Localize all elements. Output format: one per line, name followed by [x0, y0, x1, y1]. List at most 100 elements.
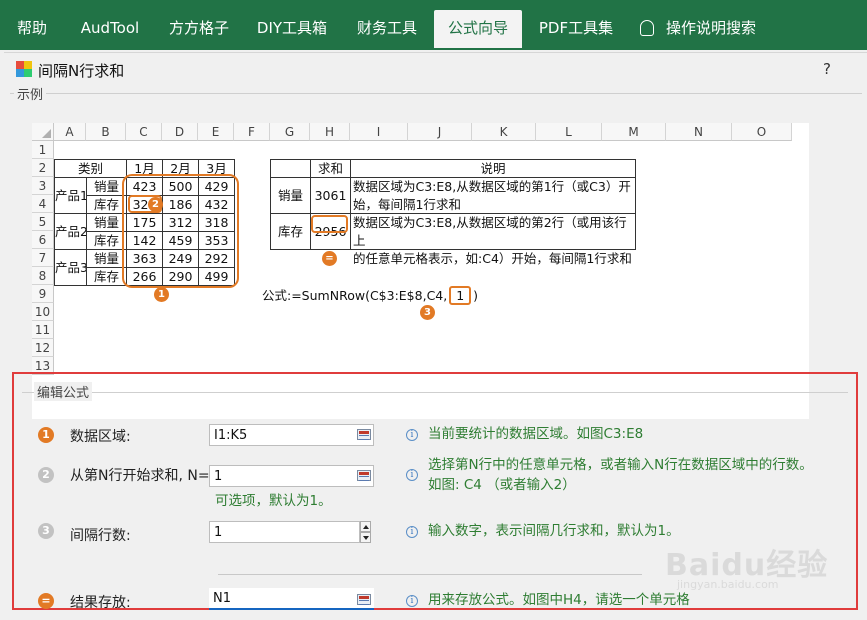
annotation-badge-result: =: [322, 251, 337, 266]
row-header[interactable]: 8: [32, 267, 54, 285]
start-row-hint-line2: 如图: C4 （或者输入2）: [428, 477, 576, 493]
table2-row-label: 销量: [270, 177, 311, 214]
tab-formula-wizard[interactable]: 公式向导: [434, 10, 522, 48]
column-header[interactable]: E: [198, 123, 234, 141]
row-header[interactable]: 1: [32, 141, 54, 159]
column-header[interactable]: D: [162, 123, 198, 141]
info-icon: i: [406, 595, 418, 607]
column-header[interactable]: L: [536, 123, 602, 141]
tab-fangfang[interactable]: 方方格子: [160, 10, 238, 48]
separator: [218, 574, 642, 575]
row-header[interactable]: 4: [32, 195, 54, 213]
start-row-hint-line1: 选择第N行中的任意单元格，或者输入N行在数据区域中的行数。: [428, 457, 813, 473]
description-line: 的任意单元格表示，如:C4）开始，每间隔1行求和: [353, 251, 632, 266]
formula-text: 公式:=SumNRow(C$3:E$8,C4, 1): [262, 285, 478, 305]
data-range-label: 数据区域:: [70, 429, 131, 445]
interval-label: 间隔行数:: [70, 528, 131, 544]
data-range-highlight: [122, 174, 239, 288]
column-header[interactable]: B: [86, 123, 126, 141]
result-input[interactable]: [209, 588, 374, 610]
row-header[interactable]: 6: [32, 231, 54, 249]
spin-down-icon[interactable]: [360, 532, 371, 543]
info-icon: i: [406, 469, 418, 481]
tab-tell-me[interactable]: 操作说明搜索: [640, 10, 780, 48]
column-header[interactable]: F: [234, 123, 270, 141]
row-header[interactable]: 7: [32, 249, 54, 267]
table2-blank-header: [270, 159, 311, 178]
lightbulb-icon: [640, 20, 654, 36]
step-result-icon: =: [38, 593, 54, 609]
dialog-title: 间隔N行求和: [38, 62, 125, 80]
column-header[interactable]: A: [54, 123, 86, 141]
step-2-icon: 2: [38, 467, 54, 483]
type-label: 库存: [86, 267, 127, 286]
column-header[interactable]: K: [472, 123, 536, 141]
product-label: 产品2: [54, 213, 88, 250]
spin-up-icon[interactable]: [360, 521, 371, 532]
column-header[interactable]: O: [732, 123, 792, 141]
column-header[interactable]: C: [126, 123, 162, 141]
annotation-badge-3: 3: [420, 305, 435, 320]
column-header[interactable]: J: [408, 123, 472, 141]
row-header[interactable]: 12: [32, 339, 54, 357]
column-header[interactable]: G: [270, 123, 310, 141]
description-line: 始，每间隔1行求和: [353, 197, 461, 212]
row-header[interactable]: 9: [32, 285, 54, 303]
column-header[interactable]: M: [602, 123, 666, 141]
range-picker-icon[interactable]: [357, 470, 371, 481]
app-icon: [16, 61, 32, 77]
description-header: 说明: [350, 159, 636, 178]
interval-hint: 输入数字，表示间隔几行求和，默认为1。: [428, 523, 680, 539]
result-label: 结果存放:: [70, 595, 131, 611]
sum-header: 求和: [310, 159, 351, 178]
data-range-hint: 当前要统计的数据区域。如图C3:E8: [428, 426, 644, 442]
formula-part: 公式:=SumNRow(C$3:E$8,C4,: [262, 288, 448, 303]
row-header[interactable]: 11: [32, 321, 54, 339]
tab-diy-toolbox[interactable]: DIY工具箱: [246, 10, 338, 48]
product-label: 产品1: [54, 177, 88, 214]
watermark-url: jingyan.baidu.com: [677, 578, 779, 591]
help-button[interactable]: ?: [823, 60, 831, 78]
tab-audtool[interactable]: AudTool: [68, 10, 152, 48]
type-label: 销量: [86, 177, 127, 196]
type-label: 销量: [86, 213, 127, 232]
column-header[interactable]: H: [310, 123, 350, 141]
description-line: 数据区域为C3:E8,从数据区域的第1行（或C3）开: [353, 179, 631, 194]
result-cell-highlight: [311, 215, 348, 233]
annotation-badge-1: 1: [154, 287, 169, 302]
column-header[interactable]: I: [350, 123, 408, 141]
ribbon: 帮助 AudTool 方方格子 DIY工具箱 财务工具 公式向导 PDF工具集 …: [0, 0, 867, 50]
edit-group-label: 编辑公式: [34, 382, 93, 401]
start-row-label: 从第N行开始求和, N=: [70, 468, 210, 484]
range-picker-icon[interactable]: [357, 429, 371, 440]
tab-finance-tools[interactable]: 财务工具: [346, 10, 428, 48]
select-all-corner: [32, 123, 54, 141]
column-header[interactable]: N: [666, 123, 732, 141]
sum-cell: 3061: [310, 177, 351, 214]
range-picker-icon[interactable]: [357, 594, 371, 605]
interval-stepper[interactable]: [360, 521, 371, 543]
annotation-badge-2: 2: [148, 197, 163, 212]
tab-help[interactable]: 帮助: [8, 10, 56, 48]
type-label: 库存: [86, 231, 127, 250]
step-3-icon: 3: [38, 523, 54, 539]
start-row-note: 可选项，默认为1。: [215, 493, 332, 509]
row-header[interactable]: 2: [32, 159, 54, 177]
info-icon: i: [406, 526, 418, 538]
interval-input[interactable]: [209, 521, 360, 543]
row-header[interactable]: 3: [32, 177, 54, 195]
description-cell: 数据区域为C3:E8,从数据区域的第2行（或用该行上的任意单元格表示，如:C4）…: [350, 213, 636, 266]
row-header[interactable]: 5: [32, 213, 54, 231]
formula-part: ): [473, 288, 479, 303]
description-line: 数据区域为C3:E8,从数据区域的第2行（或用该行上: [353, 215, 627, 248]
example-group-label: 示例: [14, 84, 47, 103]
tab-pdf-tools[interactable]: PDF工具集: [528, 10, 624, 48]
formula-part: 1: [449, 286, 472, 305]
watermark: Baidu经验 jingyan.baidu.com: [665, 540, 828, 591]
data-range-input[interactable]: [209, 424, 374, 446]
start-row-input[interactable]: [209, 465, 374, 487]
row-header[interactable]: 10: [32, 303, 54, 321]
title-bar: 间隔N行求和 ?: [4, 53, 867, 85]
step-1-icon: 1: [38, 427, 54, 443]
tell-me-label: 操作说明搜索: [666, 19, 757, 37]
